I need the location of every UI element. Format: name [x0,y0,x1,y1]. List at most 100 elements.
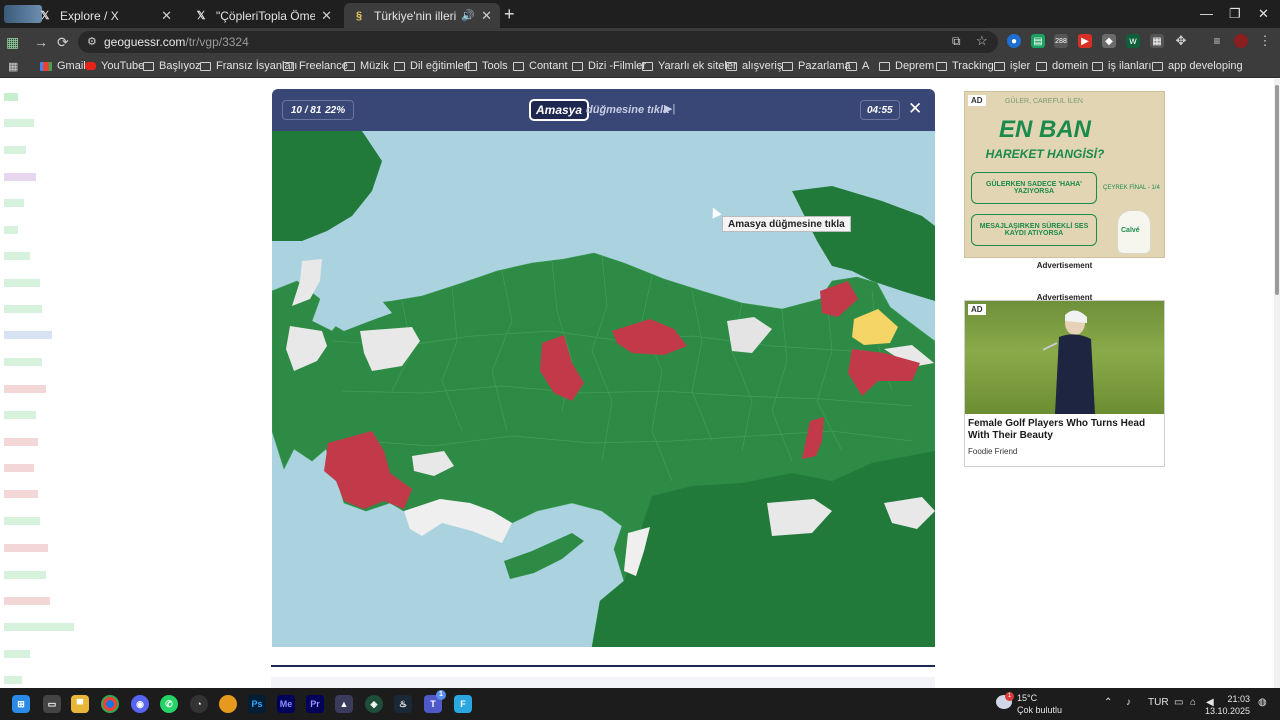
bookmark-folder[interactable]: domein [1036,60,1088,72]
bookmark-youtube[interactable]: YouTube [85,60,144,72]
monitor-icon[interactable]: ▭ [1174,697,1183,708]
language-indicator[interactable]: TUR [1148,697,1169,708]
reading-list-icon[interactable]: ≡ [1210,34,1224,48]
teams-icon[interactable]: T1 [424,690,446,713]
bookmark-folder[interactable]: işler [994,60,1030,72]
network-icon[interactable]: ⌂ [1190,697,1196,708]
premiere-icon[interactable]: Pr [306,695,324,713]
ad-option-2: MESAJLAŞIRKEN SÜREKLİ SES KAYDI ATIYORSA [971,214,1097,246]
bookmark-folder[interactable]: Deprem [879,60,934,72]
ad-top-line: GÜLER, CAREFUL İLEN [1005,98,1083,105]
page-scrollbar[interactable] [1274,79,1280,688]
cursor-app-icon[interactable]: ◔ [190,695,208,713]
overlay-mark [4,650,30,658]
bookmark-folder[interactable]: Müzik [344,60,389,72]
shield-app-icon[interactable]: ◈ [365,695,383,713]
microphone-icon[interactable]: ♪ [1126,697,1131,708]
profile-icon[interactable] [1234,34,1248,48]
photoshop-icon[interactable]: Ps [248,695,266,713]
system-clock[interactable]: 21:03 13.10.2025 [1205,693,1250,717]
bookmark-folder[interactable]: Tracking [936,60,994,72]
ext-blue-icon[interactable]: ● [1007,34,1021,48]
gallery-app-icon[interactable]: ▲ [335,695,353,713]
whatsapp-icon[interactable]: ✆ [160,695,178,713]
folder-icon [879,61,890,71]
ext-w-icon[interactable]: w [1126,34,1140,48]
reload-icon[interactable]: ⟳ [57,34,69,51]
overlay-mark [4,385,46,393]
extensions-grid-icon[interactable]: ▦ [6,34,19,51]
bookmark-folder[interactable]: alışveriş [726,60,782,72]
tab-geoguessr[interactable]: § Türkiye'nin illeri - Harita Te 🔊 ✕ [344,3,500,28]
map-svg[interactable] [272,131,935,647]
framer-icon[interactable]: F [454,695,472,713]
tab-explore-x[interactable]: 𝕏 Explore / X ✕ [30,3,180,28]
apps-grid-icon[interactable]: ▦ [8,60,18,73]
bookmark-folder[interactable]: Yararlı ek siteler [642,60,737,72]
browser-toolbar: ▦ → ⟳ ⚙ geoguessr.com/tr/vgp/3324 ⧉ ☆ ● … [0,28,1280,56]
globe-app-icon[interactable] [219,695,237,713]
ad-badge: AD [968,304,986,315]
site-info-icon[interactable]: ⚙ [87,35,97,48]
bookmark-folder[interactable]: iş ilanları [1092,60,1151,72]
ext-shield-icon[interactable]: ◆ [1102,34,1116,48]
ad-option-1: GÜLERKEN SADECE 'HAHA' YAZIYORSA [971,172,1097,204]
media-encoder-icon[interactable]: Me [277,695,295,713]
url-text[interactable]: geoguessr.com/tr/vgp/3324 [104,35,249,49]
restore-icon[interactable]: ❐ [1229,6,1241,22]
overlay-mark [4,597,50,605]
bookmark-folder[interactable]: app developing [1152,60,1243,72]
bookmark-folder[interactable]: Contant [513,60,568,72]
close-quiz-icon[interactable]: ✕ [908,99,922,119]
steam-icon[interactable]: ♨ [394,695,412,713]
turkey-map[interactable] [272,131,935,647]
progress-count: 10 / 81 [290,104,322,116]
folder-icon [846,61,857,71]
minimize-icon[interactable]: — [1200,6,1213,21]
bookmark-folder[interactable]: Pazarlama [782,60,851,72]
advertisement-banner-1[interactable]: AD GÜLER, CAREFUL İLEN EN BAN HAREKET HA… [964,91,1165,258]
file-explorer-icon[interactable]: ▀ [71,695,89,713]
install-app-icon[interactable]: ⧉ [952,34,961,49]
bookmark-label: domein [1052,60,1089,72]
notification-bell-icon[interactable]: ◍ [1258,697,1267,708]
speaker-icon[interactable]: 🔊 [461,9,475,22]
bookmark-folder[interactable]: A [846,60,869,72]
close-tab-icon[interactable]: ✕ [161,8,172,24]
chevron-up-icon[interactable]: ⌃ [1104,697,1112,708]
bookmark-folder[interactable]: Başlıyoz [143,60,201,72]
bookmark-folder[interactable]: Tools [466,60,508,72]
ad-source[interactable]: Foodie Friend [968,447,1017,456]
bookmark-folder[interactable]: Freelance [283,60,348,72]
discord-icon[interactable]: ◉ [131,695,149,713]
mayonnaise-jar-icon: Calvé [1117,210,1151,254]
bookmark-label: Pazarlama [798,60,851,72]
land-cyprus [504,533,584,579]
task-view-icon[interactable]: ▭ [43,695,61,713]
chrome-icon[interactable] [101,695,119,713]
scrollbar-thumb[interactable] [1275,85,1279,295]
ext-red-icon[interactable]: ▶ [1078,34,1092,48]
ext-grid-icon[interactable]: ▦ [1150,34,1164,48]
weather-widget[interactable]: 1 15°C Çok bulutlu [996,692,1076,716]
ext-sheets-icon[interactable]: ▤ [1031,34,1045,48]
close-tab-icon[interactable]: ✕ [321,8,332,24]
address-bar[interactable]: ⚙ geoguessr.com/tr/vgp/3324 ⧉ ☆ [78,31,998,53]
ad-headline[interactable]: Female Golf Players Who Turns Head With … [968,418,1163,442]
new-tab-button[interactable]: + [504,5,515,23]
bookmark-folder[interactable]: Dizi -Filmler [572,60,646,72]
ext-counter-icon[interactable]: 288 [1054,34,1068,48]
bookmark-gmail[interactable]: Gmail [40,60,86,72]
extensions-puzzle-icon[interactable]: ✥ [1174,33,1188,48]
bookmark-star-icon[interactable]: ☆ [976,33,988,49]
start-windows-icon[interactable]: ⊞ [12,695,30,713]
close-tab-icon[interactable]: ✕ [481,8,492,24]
bookmark-folder[interactable]: Dil eğitimleri [394,60,470,72]
forward-icon[interactable]: → [34,34,48,50]
skip-icon[interactable]: ▶| [664,102,675,115]
overlay-mark [4,331,52,339]
tab-search[interactable]: 𝕏 "ÇöpleriTopla Ömer" - Search / ✕ [186,3,340,28]
advertisement-banner-2[interactable]: AD Female Golf Players Who Turns Head Wi… [964,300,1165,467]
close-window-icon[interactable]: ✕ [1258,6,1269,22]
menu-kebab-icon[interactable]: ⋮ [1258,33,1272,48]
